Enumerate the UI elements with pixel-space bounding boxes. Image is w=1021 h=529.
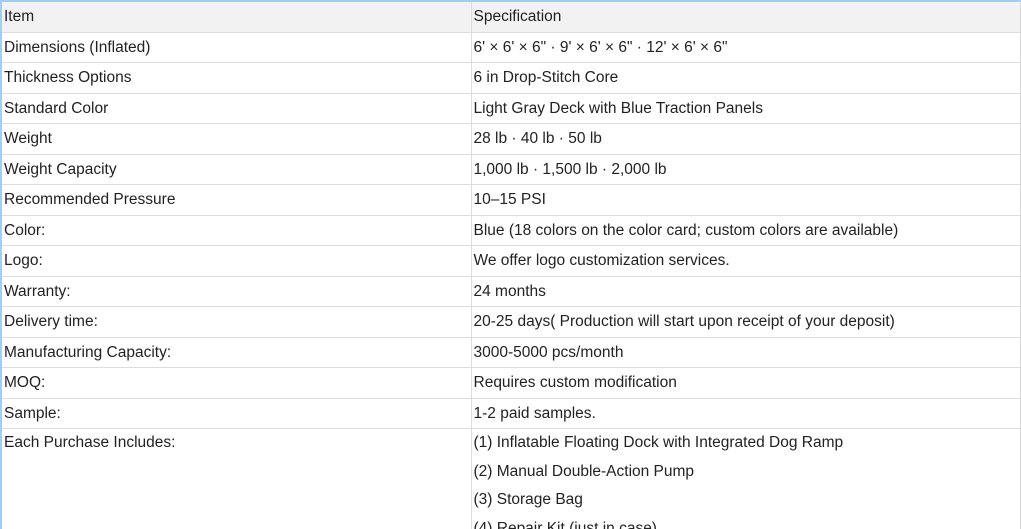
- column-header-item: Item: [4, 8, 35, 25]
- row-value: 28 lb · 40 lb · 50 lb: [470, 123, 1020, 154]
- table-row: Color: Blue (18 colors on the color card…: [2, 215, 1020, 246]
- row-label: Standard Color: [4, 99, 109, 117]
- row-label: Manufacturing Capacity:: [4, 343, 172, 361]
- row-value: 24 months: [470, 276, 1020, 307]
- table-row: Standard Color Light Gray Deck with Blue…: [2, 93, 1020, 124]
- table-row: Weight Capacity 1,000 lb · 1,500 lb · 2,…: [2, 154, 1020, 185]
- row-value: 20-25 days( Production will start upon r…: [470, 306, 1020, 337]
- table-row: Recommended Pressure 10–15 PSI: [2, 184, 1020, 215]
- table-row: Manufacturing Capacity: 3000-5000 pcs/mo…: [2, 337, 1020, 368]
- table-row-includes: Each Purchase Includes: (1) Inflatable F…: [2, 428, 1020, 529]
- includes-item: (2) Manual Double-Action Pump: [473, 462, 695, 480]
- row-label: Thickness Options: [4, 69, 132, 86]
- row-label: MOQ:: [4, 374, 46, 391]
- row-value: Blue (18 colors on the color card; custo…: [470, 215, 1020, 246]
- row-value: 10–15 PSI: [470, 184, 1020, 215]
- row-label: Logo:: [4, 252, 43, 269]
- specification-table: Item Specification Dimensions (Inflated)…: [0, 0, 1021, 529]
- row-value: 3000-5000 pcs/month: [470, 337, 1020, 368]
- row-label: Color:: [4, 221, 46, 239]
- table-row: Logo: We offer logo customization servic…: [2, 245, 1020, 276]
- row-value: 1-2 paid samples.: [470, 398, 1020, 429]
- spec-table-grid: Item Specification Dimensions (Inflated)…: [2, 2, 1020, 529]
- row-value: 1,000 lb · 1,500 lb · 2,000 lb: [470, 154, 1020, 185]
- row-label: Weight Capacity: [4, 160, 117, 178]
- includes-item: (4) Repair Kit (just in case): [473, 519, 657, 529]
- row-label: Weight: [4, 130, 52, 147]
- column-header-specification: Specification: [470, 2, 1020, 32]
- table-row: Weight 28 lb · 40 lb · 50 lb: [2, 123, 1020, 154]
- includes-list: (1) Inflatable Floating Dock with Integr…: [470, 428, 1020, 529]
- table-row: Warranty: 24 months: [2, 276, 1020, 307]
- row-label: Recommended Pressure: [4, 191, 176, 208]
- includes-label: Each Purchase Includes:: [4, 434, 176, 451]
- table-row: Delivery time: 20-25 days( Production wi…: [2, 306, 1020, 337]
- row-value: Light Gray Deck with Blue Traction Panel…: [470, 93, 1020, 124]
- includes-item: (3) Storage Bag: [473, 491, 583, 508]
- table-row: Dimensions (Inflated) 6' × 6' × 6" · 9' …: [2, 32, 1020, 63]
- table-header-row: Item Specification: [2, 2, 1020, 32]
- row-value: We offer logo customization services.: [470, 245, 1020, 276]
- table-row: MOQ: Requires custom modification: [2, 367, 1020, 398]
- row-label: Sample:: [4, 404, 61, 422]
- table-row: Sample: 1-2 paid samples.: [2, 398, 1020, 429]
- row-label: Each Purchase Includes:: [2, 429, 471, 529]
- table-row: Thickness Options 6 in Drop-Stitch Core: [2, 62, 1020, 93]
- row-label: Dimensions (Inflated): [4, 38, 151, 56]
- row-label: Delivery time:: [4, 313, 98, 330]
- row-value: 6 in Drop-Stitch Core: [470, 62, 1020, 93]
- row-value: 6' × 6' × 6" · 9' × 6' × 6" · 12' × 6' ×…: [470, 32, 1020, 63]
- row-label: Warranty:: [4, 282, 71, 300]
- row-value: Requires custom modification: [470, 367, 1020, 398]
- includes-item: (1) Inflatable Floating Dock with Integr…: [473, 434, 844, 451]
